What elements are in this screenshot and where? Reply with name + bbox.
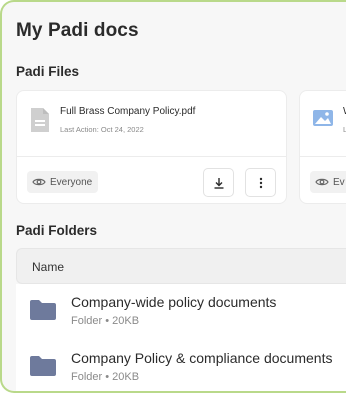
eye-icon (32, 178, 46, 186)
column-header-name[interactable]: Name (32, 260, 64, 274)
folder-name[interactable]: Company Policy & compliance documents (71, 350, 332, 366)
more-vertical-icon (259, 177, 262, 188)
folder-name[interactable]: Company-wide policy documents (71, 294, 276, 310)
folders-section-title: Padi Folders (16, 223, 98, 238)
file-card[interactable]: Full Brass Company Policy.pdf Last Actio… (16, 90, 287, 204)
image-icon (313, 110, 333, 126)
document-icon (31, 108, 49, 132)
visibility-label: Ev (333, 176, 345, 188)
file-name[interactable]: Full Brass Company Policy.pdf (60, 106, 195, 117)
visibility-badge: Ev (310, 171, 346, 193)
folder-row[interactable]: Company-wide policy documents Folder • 2… (16, 284, 346, 341)
docs-panel: My Padi docs Padi Files Full Brass Compa… (0, 0, 346, 393)
file-card[interactable]: W L Ev (299, 90, 346, 204)
file-last-action: Last Action: Oct 24, 2022 (60, 125, 144, 134)
download-icon (214, 177, 223, 189)
page-title: My Padi docs (16, 20, 139, 41)
folder-icon (30, 300, 56, 320)
folder-meta: Folder • 20KB (71, 315, 140, 327)
folder-meta: Folder • 20KB (71, 371, 140, 383)
visibility-label: Everyone (50, 176, 93, 188)
download-button[interactable] (203, 168, 234, 197)
folder-icon (30, 356, 56, 376)
folder-row[interactable]: Company Policy & compliance documents Fo… (16, 340, 346, 391)
files-section-title: Padi Files (16, 64, 80, 79)
visibility-badge: Everyone (27, 171, 99, 193)
more-options-button[interactable] (245, 168, 276, 197)
card-divider (17, 156, 286, 157)
folders-table-header: Name (16, 248, 346, 284)
card-divider (300, 156, 346, 157)
eye-icon (315, 178, 329, 186)
